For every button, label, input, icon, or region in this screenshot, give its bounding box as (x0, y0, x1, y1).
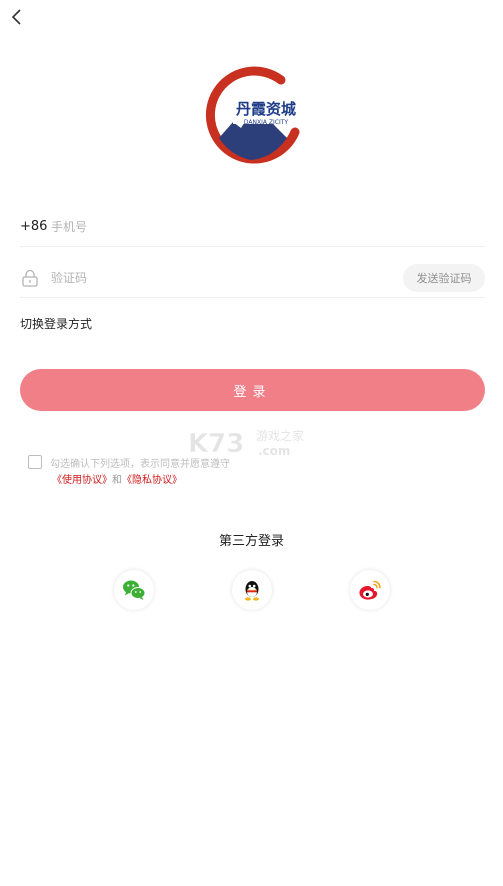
weibo-icon (359, 580, 381, 600)
terms-link[interactable]: 《使用协议》 (52, 475, 112, 486)
logo-name-cn: 丹霞资城 (236, 100, 296, 118)
weibo-login-button[interactable] (350, 570, 390, 610)
code-input[interactable] (51, 262, 403, 293)
watermark-cn: 游戏之家 (256, 428, 304, 443)
agreement-and: 和 (112, 475, 122, 486)
wechat-icon (123, 580, 146, 600)
wechat-login-button[interactable] (114, 570, 154, 610)
switch-login-method-link[interactable]: 切换登录方式 (20, 315, 92, 332)
login-button[interactable]: 登录 (20, 369, 485, 411)
third-party-login-title: 第三方登录 (218, 534, 284, 549)
agreement-text: 勾选确认下列选项，表示同意并愿意遵守 (50, 459, 230, 470)
app-logo: 丹霞资城 DANXIA ZICITY (203, 66, 303, 166)
phone-row: +86 (20, 207, 485, 247)
send-code-button[interactable]: 发送验证码 (403, 263, 485, 292)
qq-login-button[interactable] (232, 570, 272, 610)
code-row: 发送验证码 (20, 258, 485, 298)
qq-icon (245, 581, 259, 601)
logo-name-en: DANXIA ZICITY (244, 119, 289, 126)
phone-input[interactable] (51, 211, 485, 242)
privacy-link[interactable]: 《隐私协议》 (122, 475, 182, 486)
agreement-checkbox[interactable] (28, 455, 42, 469)
agreement-links: 《使用协议》和《隐私协议》 (52, 471, 182, 486)
back-arrow-icon[interactable] (6, 6, 28, 28)
lock-icon (20, 268, 40, 288)
watermark-dotcom: .com (258, 444, 290, 458)
country-code[interactable]: +86 (20, 219, 51, 234)
